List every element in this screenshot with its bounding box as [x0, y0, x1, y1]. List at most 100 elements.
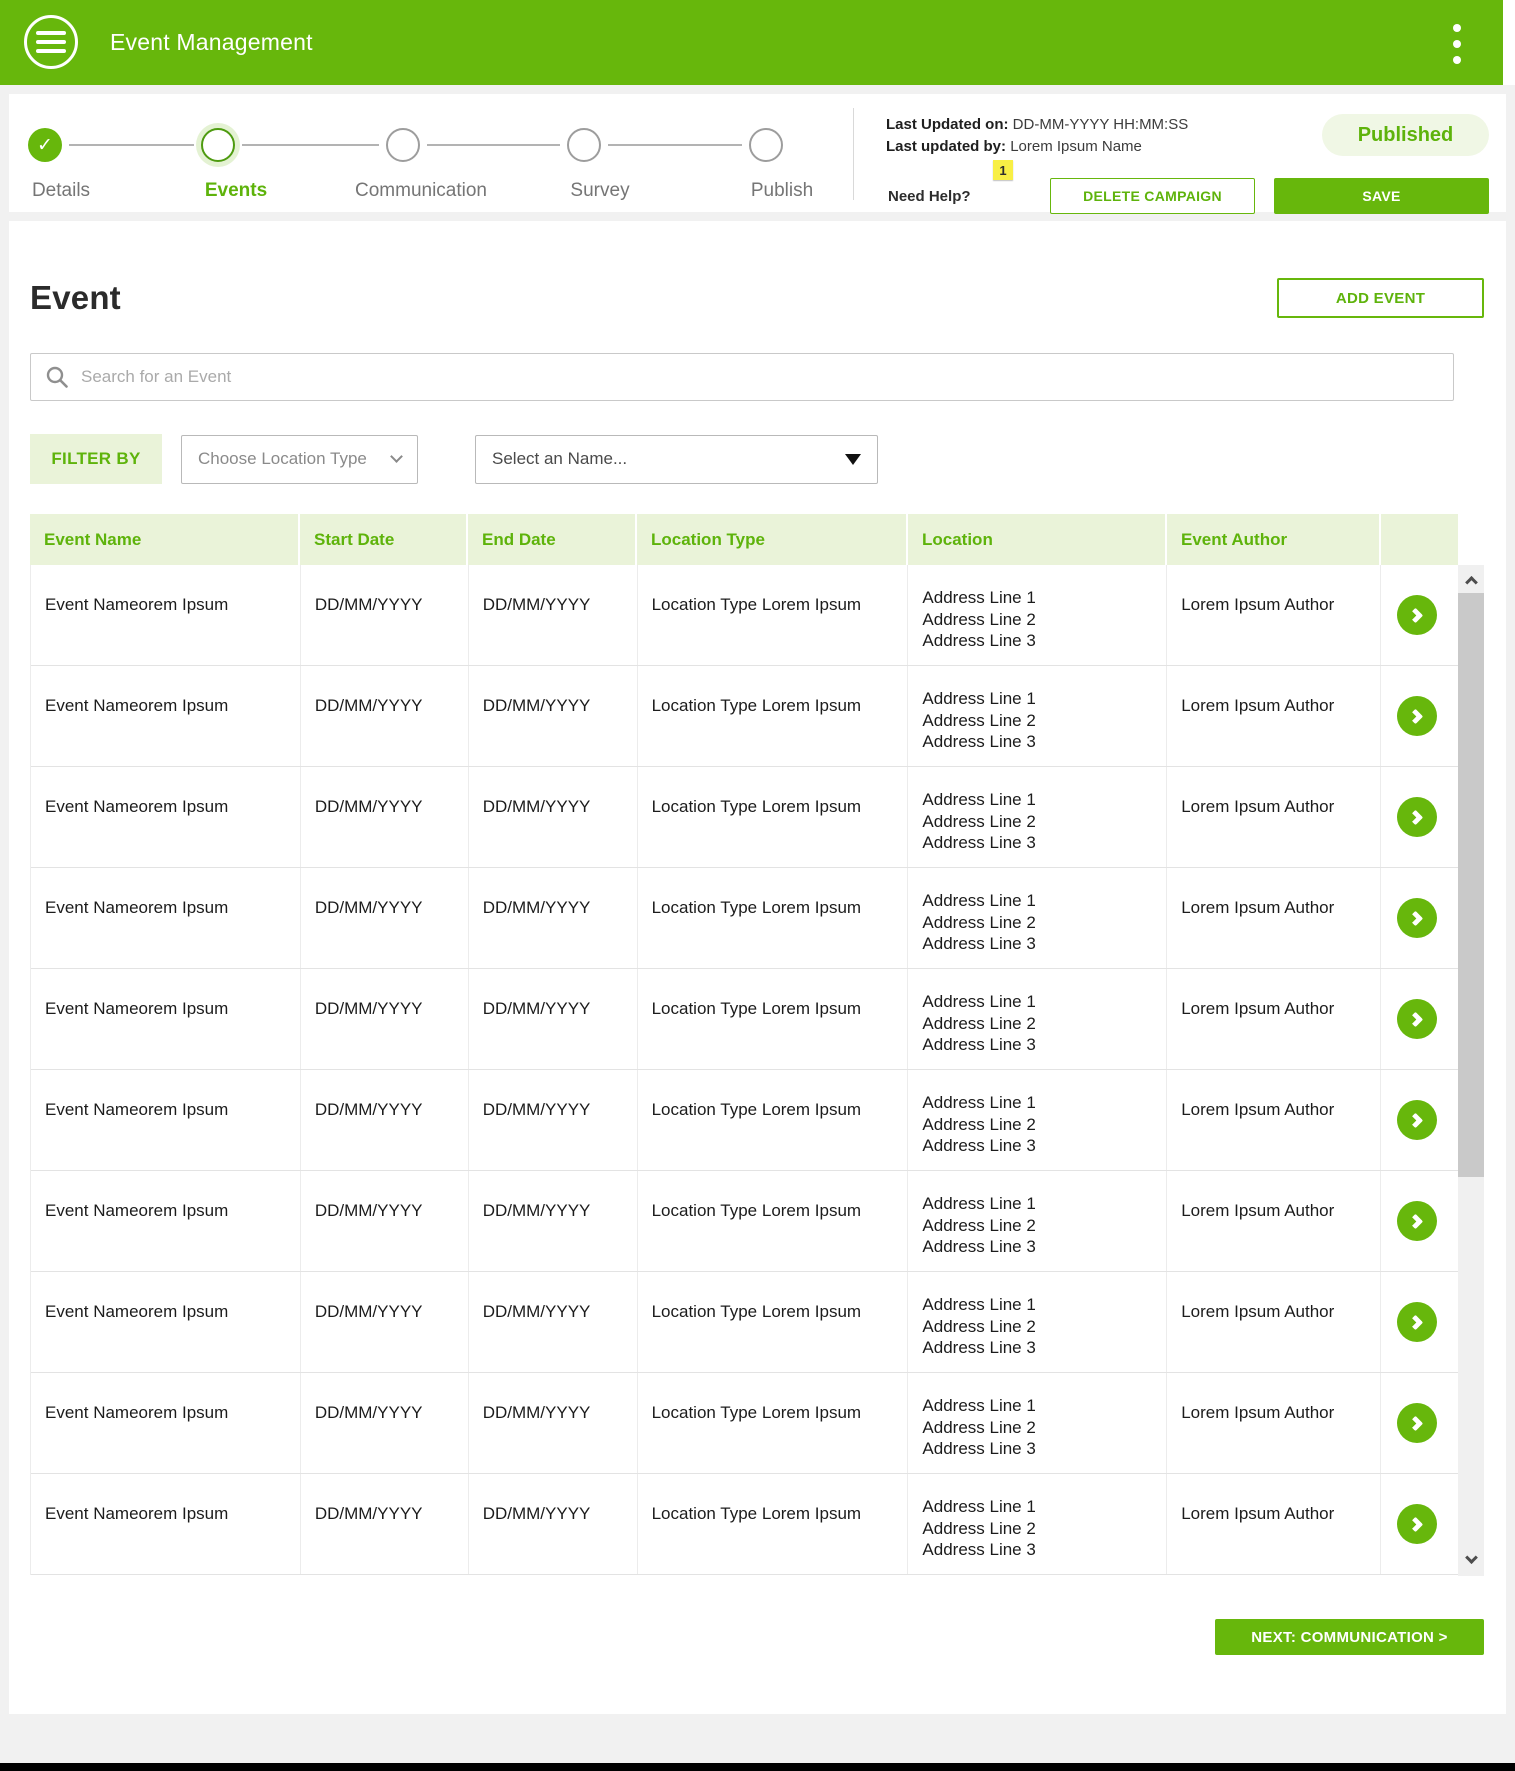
- col-header-actions: [1381, 514, 1458, 565]
- col-header-end-date: End Date: [468, 514, 637, 565]
- col-header-event-name: Event Name: [30, 514, 300, 565]
- cell-end-date: DD/MM/YYYY: [469, 1373, 638, 1473]
- last-updated-by-value: Lorem Ipsum Name: [1010, 138, 1142, 155]
- add-event-button[interactable]: ADD EVENT: [1277, 278, 1484, 318]
- step-connector: [69, 144, 194, 146]
- cell-actions: [1381, 1474, 1458, 1574]
- step-connector: [242, 144, 379, 146]
- row-detail-button[interactable]: [1397, 1504, 1437, 1544]
- last-updated-by-line: Last updated by: Lorem Ipsum Name: [886, 136, 1188, 158]
- row-detail-button[interactable]: [1397, 999, 1437, 1039]
- caret-down-icon: [845, 454, 861, 465]
- col-header-location: Location: [908, 514, 1167, 565]
- table-row: Event Nameorem Ipsum DD/MM/YYYY DD/MM/YY…: [31, 1070, 1458, 1171]
- table-row: Event Nameorem Ipsum DD/MM/YYYY DD/MM/YY…: [31, 1272, 1458, 1373]
- scroll-up-button[interactable]: [1458, 565, 1484, 593]
- cell-end-date: DD/MM/YYYY: [469, 1272, 638, 1372]
- save-button[interactable]: SAVE: [1274, 178, 1489, 214]
- chevron-right-icon: [1407, 1516, 1423, 1532]
- last-updated-on-value: DD-MM-YYYY HH:MM:SS: [1013, 116, 1189, 133]
- scrollbar-thumb[interactable]: [1458, 593, 1484, 1177]
- cell-start-date: DD/MM/YYYY: [301, 868, 469, 968]
- cell-end-date: DD/MM/YYYY: [469, 868, 638, 968]
- cell-end-date: DD/MM/YYYY: [469, 969, 638, 1069]
- chevron-right-icon: [1407, 1314, 1423, 1330]
- cell-start-date: DD/MM/YYYY: [301, 1272, 469, 1372]
- cell-event-author: Lorem Ipsum Author: [1167, 1272, 1381, 1372]
- row-detail-button[interactable]: [1397, 1100, 1437, 1140]
- cell-location: Address Line 1Address Line 2Address Line…: [908, 1474, 1167, 1574]
- step-communication-circle[interactable]: [386, 128, 420, 162]
- cell-actions: [1381, 969, 1458, 1069]
- location-type-dropdown[interactable]: Choose Location Type: [181, 435, 418, 484]
- chevron-down-icon: [390, 450, 403, 463]
- step-label-details[interactable]: Details: [32, 180, 90, 202]
- last-updated-on-label: Last Updated on:: [886, 116, 1009, 133]
- row-detail-button[interactable]: [1397, 696, 1437, 736]
- row-detail-button[interactable]: [1397, 797, 1437, 837]
- cell-end-date: DD/MM/YYYY: [469, 666, 638, 766]
- scroll-down-button[interactable]: [1458, 1546, 1484, 1574]
- cell-location-type: Location Type Lorem Ipsum: [638, 767, 909, 867]
- cell-location: Address Line 1Address Line 2Address Line…: [908, 666, 1167, 766]
- hamburger-menu-icon[interactable]: [24, 15, 78, 69]
- cell-start-date: DD/MM/YYYY: [301, 767, 469, 867]
- bottom-bar: [0, 1763, 1515, 1771]
- need-help-link[interactable]: Need Help?: [888, 188, 971, 205]
- step-publish-circle[interactable]: [749, 128, 783, 162]
- step-label-communication[interactable]: Communication: [355, 180, 487, 202]
- last-updated-by-label: Last updated by:: [886, 138, 1006, 155]
- cell-end-date: DD/MM/YYYY: [469, 767, 638, 867]
- table-row: Event Nameorem Ipsum DD/MM/YYYY DD/MM/YY…: [31, 1474, 1458, 1575]
- step-survey-circle[interactable]: [567, 128, 601, 162]
- step-label-publish[interactable]: Publish: [751, 180, 813, 202]
- row-detail-button[interactable]: [1397, 1201, 1437, 1241]
- chevron-down-icon: [1465, 1551, 1478, 1564]
- table-row: Event Nameorem Ipsum DD/MM/YYYY DD/MM/YY…: [31, 666, 1458, 767]
- cell-end-date: DD/MM/YYYY: [469, 1474, 638, 1574]
- chevron-right-icon: [1407, 607, 1423, 623]
- cell-end-date: DD/MM/YYYY: [469, 1070, 638, 1170]
- row-detail-button[interactable]: [1397, 1302, 1437, 1342]
- cell-location: Address Line 1Address Line 2Address Line…: [908, 1373, 1167, 1473]
- row-detail-button[interactable]: [1397, 1403, 1437, 1443]
- table-row: Event Nameorem Ipsum DD/MM/YYYY DD/MM/YY…: [31, 767, 1458, 868]
- page-title: Event: [30, 279, 121, 317]
- name-dropdown[interactable]: Select an Name...: [475, 435, 878, 484]
- event-search-box[interactable]: [30, 353, 1454, 401]
- cell-start-date: DD/MM/YYYY: [301, 666, 469, 766]
- cell-location-type: Location Type Lorem Ipsum: [638, 1272, 909, 1372]
- col-header-event-author: Event Author: [1167, 514, 1381, 565]
- cell-end-date: DD/MM/YYYY: [469, 1171, 638, 1271]
- step-events-circle[interactable]: [201, 128, 235, 162]
- cell-location-type: Location Type Lorem Ipsum: [638, 565, 909, 665]
- cell-event-name: Event Nameorem Ipsum: [31, 1171, 301, 1271]
- cell-start-date: DD/MM/YYYY: [301, 1373, 469, 1473]
- step-details-circle[interactable]: ✓: [28, 128, 62, 162]
- row-detail-button[interactable]: [1397, 595, 1437, 635]
- cell-start-date: DD/MM/YYYY: [301, 1070, 469, 1170]
- cell-event-author: Lorem Ipsum Author: [1167, 666, 1381, 766]
- delete-campaign-button[interactable]: DELETE CAMPAIGN: [1050, 178, 1255, 214]
- chevron-right-icon: [1407, 1213, 1423, 1229]
- last-updated-block: Last Updated on: DD-MM-YYYY HH:MM:SS Las…: [886, 114, 1188, 158]
- cell-event-author: Lorem Ipsum Author: [1167, 1373, 1381, 1473]
- cell-event-name: Event Nameorem Ipsum: [31, 1070, 301, 1170]
- next-communication-button[interactable]: NEXT: COMMUNICATION >: [1215, 1619, 1484, 1655]
- step-label-survey[interactable]: Survey: [570, 180, 629, 202]
- row-detail-button[interactable]: [1397, 898, 1437, 938]
- cell-actions: [1381, 666, 1458, 766]
- kebab-menu-icon[interactable]: [1449, 20, 1465, 68]
- step-connector: [427, 144, 560, 146]
- step-label-events[interactable]: Events: [205, 180, 267, 202]
- search-input[interactable]: [81, 367, 1439, 387]
- cell-start-date: DD/MM/YYYY: [301, 565, 469, 665]
- cell-event-author: Lorem Ipsum Author: [1167, 1070, 1381, 1170]
- cell-location-type: Location Type Lorem Ipsum: [638, 1474, 909, 1574]
- chevron-right-icon: [1407, 1112, 1423, 1128]
- cell-location: Address Line 1Address Line 2Address Line…: [908, 1272, 1167, 1372]
- cell-event-name: Event Nameorem Ipsum: [31, 666, 301, 766]
- table-scrollbar[interactable]: [1458, 565, 1484, 1576]
- cell-event-author: Lorem Ipsum Author: [1167, 565, 1381, 665]
- chevron-right-icon: [1407, 708, 1423, 724]
